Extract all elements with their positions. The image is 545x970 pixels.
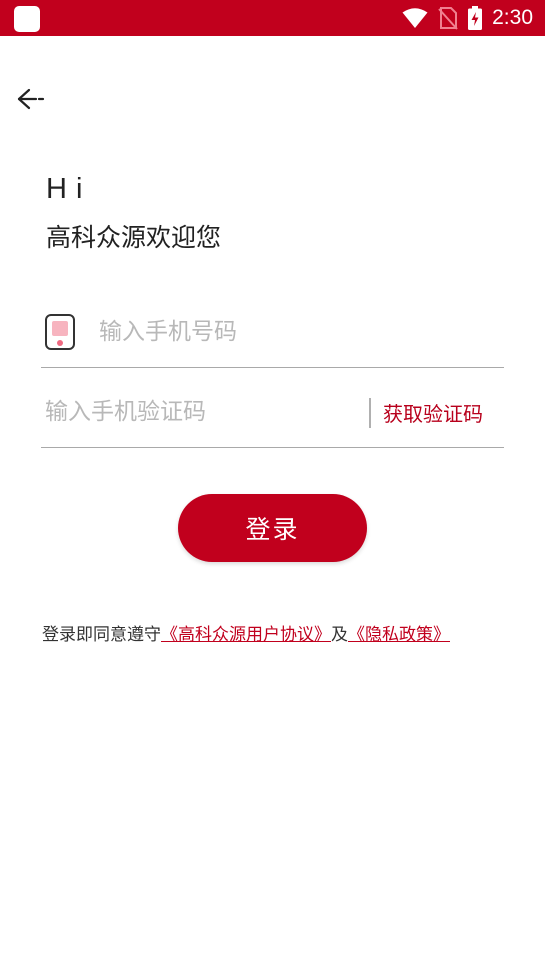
back-button[interactable] bbox=[14, 82, 54, 116]
back-arrow-icon bbox=[17, 88, 45, 110]
wifi-icon bbox=[402, 8, 428, 28]
battery-charging-icon bbox=[468, 6, 483, 30]
phone-input[interactable] bbox=[99, 312, 479, 352]
agreement-text: 登录即同意遵守《高科众源用户协议》及《隐私政策》 bbox=[42, 620, 450, 645]
status-bar: 2:30 bbox=[0, 0, 545, 36]
user-agreement-link[interactable]: 《高科众源用户协议》 bbox=[161, 625, 331, 645]
no-sim-icon bbox=[438, 7, 458, 30]
app-icon bbox=[14, 6, 40, 32]
agreement-prefix: 登录即同意遵守 bbox=[42, 625, 161, 645]
agreement-conjunction: 及 bbox=[331, 625, 348, 645]
code-field-row: 获取验证码 bbox=[41, 378, 504, 448]
verification-code-input[interactable] bbox=[45, 392, 355, 432]
phone-field-row bbox=[41, 296, 504, 368]
greeting-welcome: 高科众源欢迎您 bbox=[46, 223, 222, 252]
greeting-hi: Hi bbox=[46, 173, 92, 205]
phone-icon bbox=[45, 314, 75, 350]
get-code-button[interactable]: 获取验证码 bbox=[383, 398, 483, 427]
code-divider bbox=[369, 398, 371, 428]
status-time: 2:30 bbox=[492, 6, 533, 29]
status-icons: 2:30 bbox=[402, 0, 533, 36]
login-button[interactable]: 登录 bbox=[178, 494, 367, 562]
privacy-policy-link[interactable]: 《隐私政策》 bbox=[348, 625, 450, 645]
